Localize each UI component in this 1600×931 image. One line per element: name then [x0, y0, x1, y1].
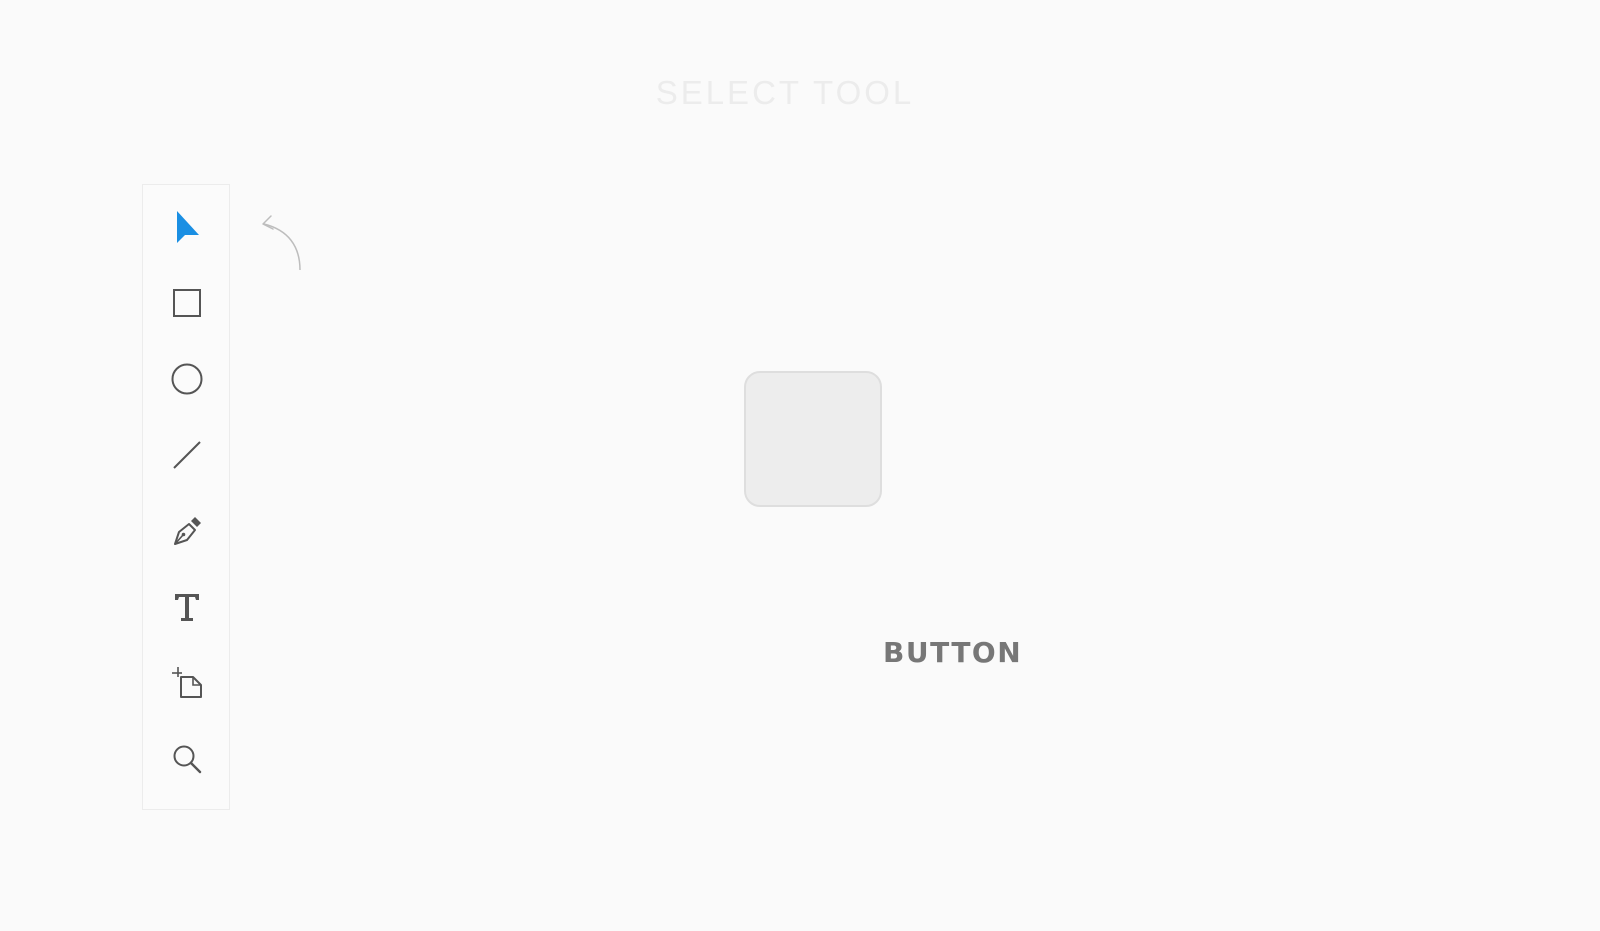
tool-line[interactable] — [143, 417, 231, 493]
pen-icon — [171, 514, 203, 548]
shape-label: BUTTON — [883, 636, 1023, 669]
tool-pen[interactable] — [143, 493, 231, 569]
line-icon — [171, 439, 203, 471]
ellipse-icon — [170, 362, 204, 396]
tool-select[interactable] — [143, 189, 231, 265]
artboard-icon — [170, 665, 204, 701]
text-icon — [172, 591, 202, 623]
hint-arrow-icon — [258, 212, 306, 279]
tool-palette — [142, 184, 230, 810]
app-stage: SELECT TOOL BUTTON — [0, 0, 1600, 931]
tool-zoom[interactable] — [143, 721, 231, 797]
select-arrow-icon — [173, 209, 201, 245]
canvas-rounded-rectangle[interactable] — [744, 371, 882, 507]
zoom-icon — [171, 743, 203, 775]
rectangle-icon — [172, 288, 202, 318]
tool-ellipse[interactable] — [143, 341, 231, 417]
tool-text[interactable] — [143, 569, 231, 645]
page-title: SELECT TOOL — [655, 74, 915, 111]
tool-artboard[interactable] — [143, 645, 231, 721]
tool-rectangle[interactable] — [143, 265, 231, 341]
